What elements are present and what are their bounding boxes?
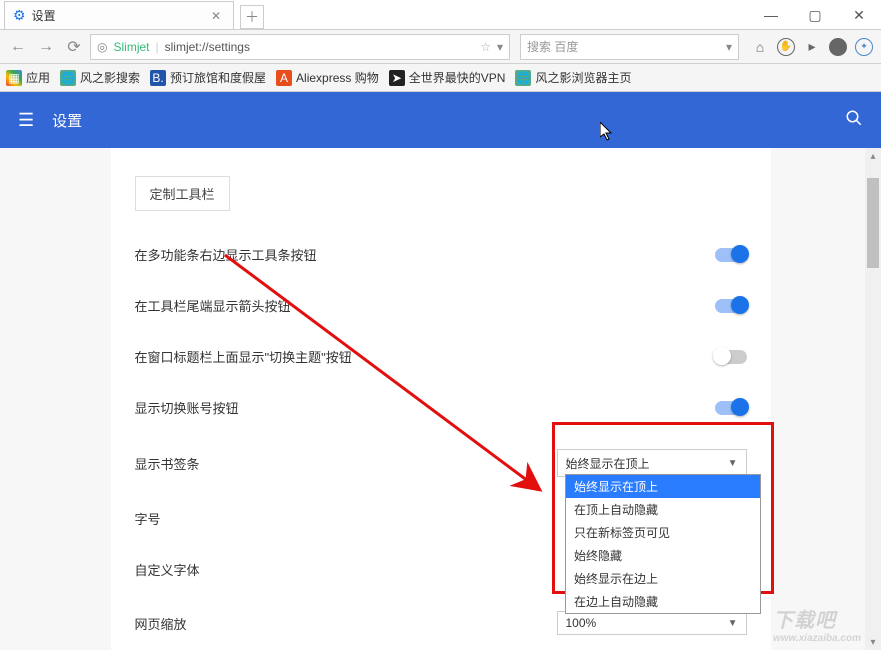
toggle-show-arrow-button[interactable] bbox=[715, 299, 747, 313]
gear-icon: ⚙ bbox=[13, 7, 26, 24]
bookmark-item[interactable]: B.预订旅馆和度假屋 bbox=[150, 69, 266, 86]
chevron-right-icon[interactable]: ▸ bbox=[801, 36, 823, 58]
toggle-show-account-switch[interactable] bbox=[715, 401, 747, 415]
back-button[interactable]: ← bbox=[6, 35, 30, 59]
hand-icon[interactable]: ✋ bbox=[775, 36, 797, 58]
bookmark-item[interactable]: 🌐风之影浏览器主页 bbox=[515, 69, 631, 86]
scroll-up-icon[interactable]: ▴ bbox=[865, 148, 881, 164]
search-input[interactable]: 搜索 百度 ▾ bbox=[520, 34, 739, 60]
dropdown-option[interactable]: 在边上自动隐藏 bbox=[566, 590, 760, 613]
aliexpress-icon: A bbox=[276, 70, 292, 86]
minimize-button[interactable]: — bbox=[749, 1, 793, 29]
bookmark-item[interactable]: ➤全世界最快的VPN bbox=[389, 69, 506, 86]
apps-button[interactable]: ▦ 应用 bbox=[6, 69, 50, 86]
browser-icon: ◎ bbox=[97, 40, 107, 54]
cursor-icon bbox=[600, 122, 614, 147]
menu-icon[interactable]: ☰ bbox=[18, 110, 34, 131]
scroll-down-icon[interactable]: ▾ bbox=[865, 634, 881, 650]
page-title: 设置 bbox=[52, 110, 82, 131]
toggle-show-theme-switch[interactable] bbox=[715, 350, 747, 364]
toolbar-icons: ⌂ ✋ ▸ ✦ bbox=[749, 36, 875, 58]
setting-row: 在工具栏尾端显示箭头按钮 bbox=[135, 280, 747, 331]
home-icon[interactable]: ⌂ bbox=[749, 36, 771, 58]
scrollbar-thumb[interactable] bbox=[867, 178, 879, 268]
dropdown-option[interactable]: 始终显示在边上 bbox=[566, 567, 760, 590]
setting-row: 在多功能条右边显示工具条按钮 bbox=[135, 229, 747, 280]
dropdown-option[interactable]: 在顶上自动隐藏 bbox=[566, 498, 760, 521]
window-controls: — ▢ ✕ bbox=[749, 1, 881, 29]
address-bar[interactable]: ◎ Slimjet | slimjet://settings ☆ ▾ bbox=[90, 34, 510, 60]
reload-button[interactable]: ⟳ bbox=[62, 35, 86, 59]
bookmarks-bar: ▦ 应用 🌐风之影搜索 B.预订旅馆和度假屋 AAliexpress 购物 ➤全… bbox=[0, 64, 881, 92]
maximize-button[interactable]: ▢ bbox=[793, 1, 837, 29]
dropdown-option[interactable]: 始终显示在顶上 bbox=[566, 475, 760, 498]
close-window-button[interactable]: ✕ bbox=[837, 1, 881, 29]
setting-row: 显示切换账号按钮 bbox=[135, 382, 747, 433]
globe-icon[interactable]: ✦ bbox=[853, 36, 875, 58]
nav-bar: ← → ⟳ ◎ Slimjet | slimjet://settings ☆ ▾… bbox=[0, 30, 881, 64]
vpn-icon: ➤ bbox=[389, 70, 405, 86]
toggle-show-toolbar-buttons[interactable] bbox=[715, 248, 747, 262]
address-url: slimjet://settings bbox=[165, 40, 250, 54]
profile-icon[interactable] bbox=[827, 36, 849, 58]
settings-header: ☰ 设置 bbox=[0, 92, 881, 148]
search-placeholder: 搜索 百度 bbox=[527, 38, 578, 55]
setting-row: 在窗口标题栏上面显示"切换主题"按钮 bbox=[135, 331, 747, 382]
apps-icon: ▦ bbox=[6, 70, 22, 86]
chevron-down-icon: ▼ bbox=[728, 458, 738, 469]
chevron-down-icon[interactable]: ▾ bbox=[726, 40, 732, 54]
bookmark-bar-dropdown: 始终显示在顶上 在顶上自动隐藏 只在新标签页可见 始终隐藏 始终显示在边上 在边… bbox=[565, 474, 761, 614]
vertical-scrollbar[interactable]: ▴ ▾ bbox=[865, 148, 881, 650]
tab-title: 设置 bbox=[32, 7, 207, 24]
globe-icon: 🌐 bbox=[515, 70, 531, 86]
booking-icon: B. bbox=[150, 70, 166, 86]
customize-toolbar-button[interactable]: 定制工具栏 bbox=[135, 176, 230, 211]
bookmark-bar-select[interactable]: 始终显示在顶上 ▼ bbox=[557, 449, 747, 477]
address-brand: Slimjet bbox=[113, 40, 149, 54]
browser-tab[interactable]: ⚙ 设置 ✕ bbox=[4, 1, 234, 29]
new-tab-button[interactable]: ＋ bbox=[240, 5, 264, 29]
star-icon[interactable]: ☆ bbox=[480, 40, 491, 54]
zoom-select[interactable]: 100% ▼ bbox=[557, 611, 747, 635]
forward-button[interactable]: → bbox=[34, 35, 58, 59]
chevron-down-icon: ▼ bbox=[728, 618, 738, 629]
watermark: 下载吧 www.xiazaiba.com bbox=[773, 604, 861, 644]
dropdown-option[interactable]: 只在新标签页可见 bbox=[566, 521, 760, 544]
close-icon[interactable]: ✕ bbox=[207, 9, 225, 23]
chevron-down-icon[interactable]: ▾ bbox=[497, 40, 503, 54]
title-bar: ⚙ 设置 ✕ ＋ — ▢ ✕ bbox=[0, 0, 881, 30]
bookmark-item[interactable]: AAliexpress 购物 bbox=[276, 69, 379, 86]
dropdown-option[interactable]: 始终隐藏 bbox=[566, 544, 760, 567]
search-icon[interactable] bbox=[845, 109, 863, 132]
bookmark-item[interactable]: 🌐风之影搜索 bbox=[60, 69, 140, 86]
globe-icon: 🌐 bbox=[60, 70, 76, 86]
